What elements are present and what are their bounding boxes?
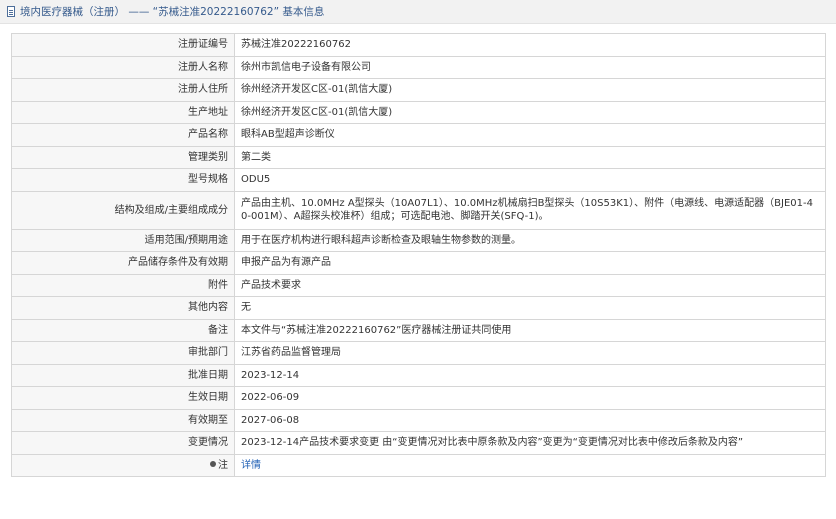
row-value: 本文件与“苏械注准20222160762”医疗器械注册证共同使用 xyxy=(234,318,826,342)
table-row: 管理类别 第二类 xyxy=(11,145,826,169)
table-row: 产品名称 眼科AB型超声诊断仪 xyxy=(11,123,826,147)
note-label: 注 xyxy=(218,459,228,471)
row-value: 产品由主机、10.0MHz A型探头（10A07L1）、10.0MHz机械扇扫B… xyxy=(234,190,826,230)
row-label: 注册证编号 xyxy=(11,33,235,57)
document-icon xyxy=(7,6,15,17)
row-value: 2023-12-14 xyxy=(234,363,826,387)
table-row: 变更情况 2023-12-14产品技术要求变更 由“变更情况对比表中原条款及内容… xyxy=(11,431,826,455)
row-label: 其他内容 xyxy=(11,296,235,320)
note-value-cell: 详情 xyxy=(234,453,826,477)
row-label: 结构及组成/主要组成成分 xyxy=(11,190,235,230)
row-label: 产品名称 xyxy=(11,123,235,147)
row-label: 管理类别 xyxy=(11,145,235,169)
page-title: 境内医疗器械（注册） —— “苏械注准20222160762” 基本信息 xyxy=(20,6,325,18)
table-row-note: 注 详情 xyxy=(11,453,826,477)
table-row: 备注 本文件与“苏械注准20222160762”医疗器械注册证共同使用 xyxy=(11,318,826,342)
row-value: 2023-12-14产品技术要求变更 由“变更情况对比表中原条款及内容”变更为“… xyxy=(234,431,826,455)
row-label: 有效期至 xyxy=(11,408,235,432)
row-label: 适用范围/预期用途 xyxy=(11,228,235,252)
row-label: 生产地址 xyxy=(11,100,235,124)
row-value: 徐州经济开发区C区-01(凯信大厦) xyxy=(234,78,826,102)
table-row: 其他内容 无 xyxy=(11,296,826,320)
row-label: 审批部门 xyxy=(11,341,235,365)
table-row: 生产地址 徐州经济开发区C区-01(凯信大厦) xyxy=(11,100,826,124)
note-label-cell: 注 xyxy=(11,453,235,477)
row-value: 苏械注准20222160762 xyxy=(234,33,826,57)
table-row: 注册人住所 徐州经济开发区C区-01(凯信大厦) xyxy=(11,78,826,102)
pin-icon xyxy=(210,460,216,467)
table-row: 批准日期 2023-12-14 xyxy=(11,363,826,387)
row-value: 眼科AB型超声诊断仪 xyxy=(234,123,826,147)
row-label: 型号规格 xyxy=(11,168,235,192)
row-value: 徐州经济开发区C区-01(凯信大厦) xyxy=(234,100,826,124)
table-row: 结构及组成/主要组成成分 产品由主机、10.0MHz A型探头（10A07L1）… xyxy=(11,190,826,230)
table-row: 注册人名称 徐州市凯信电子设备有限公司 xyxy=(11,55,826,79)
row-value: 无 xyxy=(234,296,826,320)
row-value: 2027-06-08 xyxy=(234,408,826,432)
table-row: 适用范围/预期用途 用于在医疗机构进行眼科超声诊断检查及眼轴生物参数的测量。 xyxy=(11,228,826,252)
info-table: 注册证编号 苏械注准20222160762 注册人名称 徐州市凯信电子设备有限公… xyxy=(11,33,826,477)
row-label: 备注 xyxy=(11,318,235,342)
table-row: 注册证编号 苏械注准20222160762 xyxy=(11,33,826,57)
row-value: 第二类 xyxy=(234,145,826,169)
row-label: 产品储存条件及有效期 xyxy=(11,251,235,275)
row-value: 申报产品为有源产品 xyxy=(234,251,826,275)
row-value: ODU5 xyxy=(234,168,826,192)
table-row: 审批部门 江苏省药品监督管理局 xyxy=(11,341,826,365)
row-value: 用于在医疗机构进行眼科超声诊断检查及眼轴生物参数的测量。 xyxy=(234,228,826,252)
row-label: 注册人名称 xyxy=(11,55,235,79)
page-header: 境内医疗器械（注册） —— “苏械注准20222160762” 基本信息 xyxy=(0,0,836,24)
row-label: 批准日期 xyxy=(11,363,235,387)
row-label: 附件 xyxy=(11,273,235,297)
row-value: 江苏省药品监督管理局 xyxy=(234,341,826,365)
row-value: 产品技术要求 xyxy=(234,273,826,297)
table-row: 生效日期 2022-06-09 xyxy=(11,386,826,410)
table-row: 有效期至 2027-06-08 xyxy=(11,408,826,432)
row-value: 2022-06-09 xyxy=(234,386,826,410)
row-value: 徐州市凯信电子设备有限公司 xyxy=(234,55,826,79)
row-label: 生效日期 xyxy=(11,386,235,410)
details-link[interactable]: 详情 xyxy=(241,460,261,471)
table-row: 产品储存条件及有效期 申报产品为有源产品 xyxy=(11,251,826,275)
row-label: 变更情况 xyxy=(11,431,235,455)
table-row: 型号规格 ODU5 xyxy=(11,168,826,192)
table-row: 附件 产品技术要求 xyxy=(11,273,826,297)
row-label: 注册人住所 xyxy=(11,78,235,102)
